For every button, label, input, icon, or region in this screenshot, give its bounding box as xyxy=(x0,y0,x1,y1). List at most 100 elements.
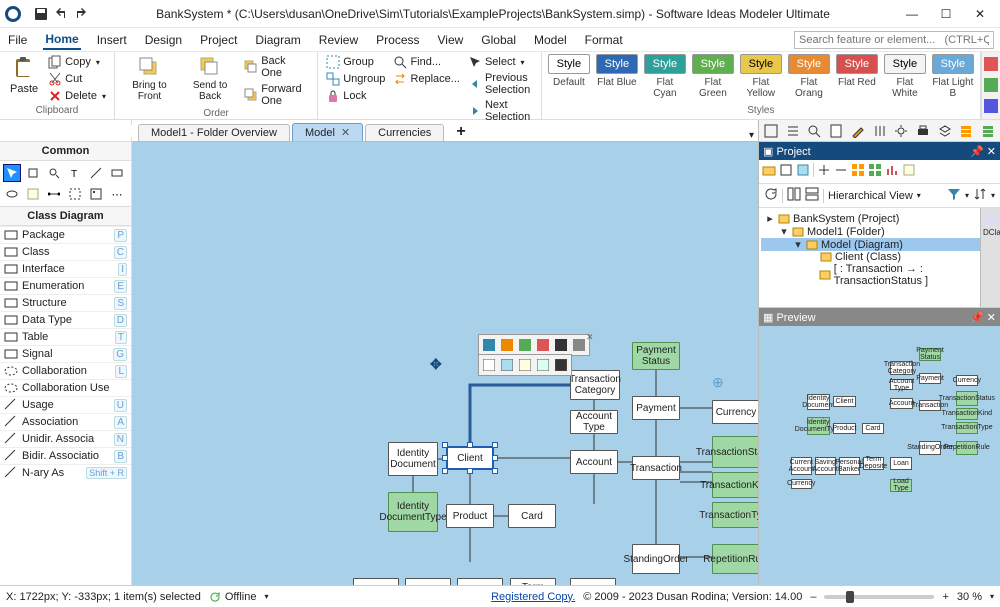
add-node-icon[interactable]: ⊕ xyxy=(712,374,724,391)
tab-folder-overview[interactable]: Model1 - Folder Overview xyxy=(138,124,290,141)
doc-icon[interactable] xyxy=(827,122,845,140)
context-tool2-2[interactable] xyxy=(517,357,533,373)
style-swatch-3[interactable]: Style xyxy=(692,54,734,74)
new-diagram-icon[interactable] xyxy=(779,163,793,180)
style-swatch-7[interactable]: Style xyxy=(884,54,926,74)
selection-handle[interactable] xyxy=(442,442,448,448)
zoom-out-button[interactable]: – xyxy=(810,591,816,603)
close-icon[interactable]: ✕ xyxy=(987,312,996,324)
toolbox-item-class[interactable]: ClassC xyxy=(0,243,131,260)
view-mode-label[interactable]: Hierarchical View xyxy=(828,190,913,202)
context-tool-3[interactable] xyxy=(535,337,551,353)
grid2-icon[interactable] xyxy=(868,163,882,180)
toolbox-item-bidir-associatio[interactable]: Bidir. AssociatioB xyxy=(0,447,131,464)
close-icon[interactable]: ✕ xyxy=(341,126,350,139)
image-tool[interactable] xyxy=(87,185,105,203)
add-tab-button[interactable]: + xyxy=(456,123,465,141)
toolbox-item-table[interactable]: TableT xyxy=(0,328,131,345)
style-swatch-4[interactable]: Style xyxy=(740,54,782,74)
gear-icon[interactable] xyxy=(892,122,910,140)
container-tool[interactable] xyxy=(66,185,84,203)
style-swatch-1[interactable]: Style xyxy=(596,54,638,74)
tree-row[interactable]: ▾Model1 (Folder) xyxy=(761,225,998,238)
collapse-icon[interactable] xyxy=(834,163,848,180)
node-trans-status[interactable]: TransactionStatus xyxy=(712,436,758,468)
more-tool[interactable]: ⋯ xyxy=(108,185,126,203)
chevron-down-icon[interactable]: ▾ xyxy=(965,191,969,200)
maximize-button[interactable]: ☐ xyxy=(930,4,962,24)
menu-process[interactable]: Process xyxy=(374,31,421,49)
registered-link[interactable]: Registered Copy. xyxy=(491,591,575,603)
forward-one-button[interactable]: Forward One xyxy=(242,82,311,108)
toolbox-item-signal[interactable]: SignalG xyxy=(0,345,131,362)
chevron-down-icon[interactable]: ▾ xyxy=(264,592,268,601)
new-class-icon[interactable] xyxy=(796,163,810,180)
selection-handle[interactable] xyxy=(467,442,473,448)
node-card[interactable]: Card xyxy=(508,504,556,528)
zoom-in-button[interactable]: + xyxy=(942,591,948,603)
node-payment[interactable]: Payment xyxy=(632,396,680,420)
menu-design[interactable]: Design xyxy=(143,31,184,49)
search-input[interactable] xyxy=(794,31,994,49)
expand-icon[interactable] xyxy=(817,163,831,180)
context-tool2-1[interactable] xyxy=(499,357,515,373)
palette-icon[interactable] xyxy=(984,55,998,73)
toolbox-item-collaboration[interactable]: CollaborationL xyxy=(0,362,131,379)
chevron-down-icon[interactable]: ▾ xyxy=(917,191,921,200)
style-swatch-6[interactable]: Style xyxy=(836,54,878,74)
tree-row[interactable]: Client (Class) xyxy=(761,251,998,263)
tree-icon-a[interactable] xyxy=(983,211,998,225)
node-identity-doc[interactable]: Identity Document xyxy=(388,442,438,476)
selection-handle[interactable] xyxy=(442,455,448,461)
toolbox-item-structure[interactable]: StructureS xyxy=(0,294,131,311)
notes-icon[interactable] xyxy=(902,163,916,180)
refresh-icon[interactable] xyxy=(764,187,778,204)
send-back-button[interactable]: Send to Back xyxy=(182,54,238,104)
view2-icon[interactable] xyxy=(805,187,819,204)
node-repetition-rule[interactable]: RepetitionRule xyxy=(712,544,758,574)
tree-toggle-icon[interactable]: ▾ xyxy=(779,225,789,238)
group-button[interactable]: Group xyxy=(324,54,387,70)
style-swatch-5[interactable]: Style xyxy=(788,54,830,74)
context-tool-1[interactable] xyxy=(499,337,515,353)
bring-front-button[interactable]: Bring to Front xyxy=(121,54,178,104)
node-product[interactable]: Product xyxy=(446,504,494,528)
filter-icon[interactable] xyxy=(947,187,961,204)
node-standing-order[interactable]: StandingOrder xyxy=(632,544,680,574)
context-tool-0[interactable] xyxy=(481,337,497,353)
style-swatch-0[interactable]: Style xyxy=(548,54,590,74)
menu-insert[interactable]: Insert xyxy=(95,31,129,49)
new-folder-icon[interactable] xyxy=(762,163,776,180)
node-trans-kind[interactable]: TransactionKind xyxy=(712,472,758,498)
view1-icon[interactable] xyxy=(787,187,801,204)
stack2-icon[interactable] xyxy=(979,122,997,140)
select-button[interactable]: Select▾ xyxy=(466,54,535,70)
context-tool2-3[interactable] xyxy=(535,357,551,373)
cut-button[interactable]: Cut xyxy=(46,71,108,87)
toolbox-item-association[interactable]: AssociationA xyxy=(0,413,131,430)
palette2-icon[interactable] xyxy=(984,76,998,94)
node-currency[interactable]: Currency xyxy=(712,400,758,424)
find-button[interactable]: Find... xyxy=(391,54,462,70)
ellipse-tool[interactable] xyxy=(3,185,21,203)
menu-diagram[interactable]: Diagram xyxy=(253,31,302,49)
chevron-down-icon[interactable]: ▾ xyxy=(991,191,995,200)
node-trans-type[interactable]: TransactionType xyxy=(712,502,758,528)
toolbox-search-input[interactable] xyxy=(3,125,145,137)
toolbox-item-interface[interactable]: InterfaceI xyxy=(0,260,131,277)
copy-button[interactable]: Copy▾ xyxy=(46,54,108,70)
tree-row[interactable]: [ : Transaction → : TransactionStatus ] xyxy=(761,263,998,287)
pin-icon[interactable]: 📌 xyxy=(970,146,984,158)
tree-row[interactable]: ▸BankSystem (Project) xyxy=(761,212,998,225)
tree-toggle-icon[interactable]: ▾ xyxy=(793,238,803,251)
edit-icon[interactable] xyxy=(849,122,867,140)
menu-review[interactable]: Review xyxy=(317,31,360,49)
selection-handle[interactable] xyxy=(492,468,498,474)
paste-button[interactable]: Paste xyxy=(6,54,42,97)
tree-toggle-icon[interactable]: ▸ xyxy=(765,212,775,225)
context-tool-2[interactable] xyxy=(517,337,533,353)
toolbox-item-enumeration[interactable]: EnumerationE xyxy=(0,277,131,294)
layers-icon[interactable] xyxy=(936,122,954,140)
text-tool[interactable]: T xyxy=(66,164,84,182)
props-icon[interactable] xyxy=(762,122,780,140)
